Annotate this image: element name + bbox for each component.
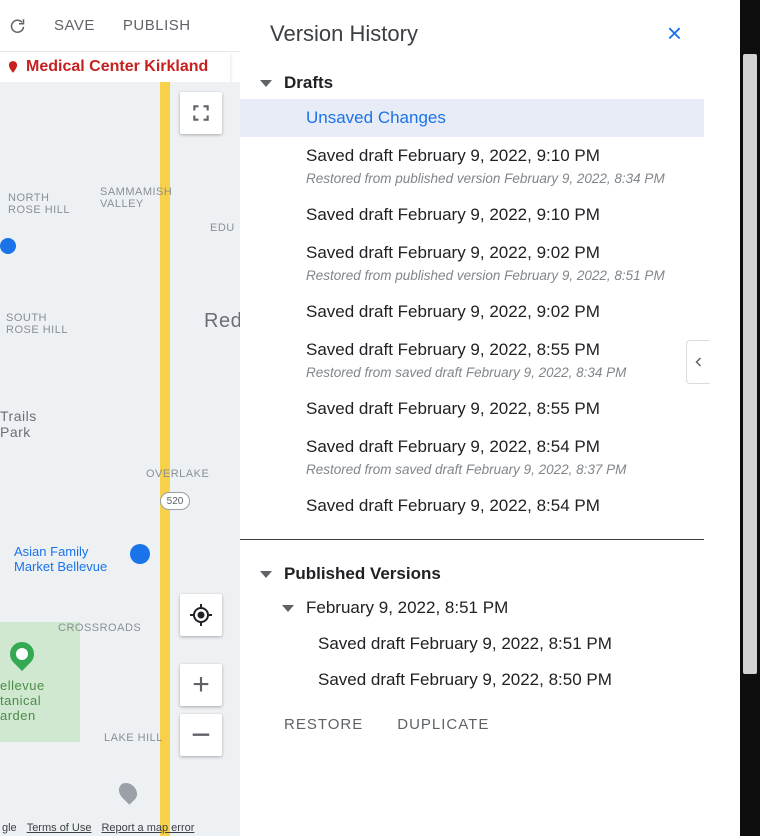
- map-label: EDU: [210, 222, 235, 234]
- map-label: Redn: [204, 310, 240, 333]
- chevron-down-icon: [260, 571, 272, 578]
- draft-item[interactable]: Saved draft February 9, 2022, 8:55 PM: [240, 331, 704, 369]
- draft-restore-note: Restored from saved draft February 9, 20…: [240, 462, 704, 487]
- drafts-section-header[interactable]: Drafts: [240, 67, 704, 99]
- draft-restore-note: Restored from saved draft February 9, 20…: [240, 365, 704, 390]
- map-poi-pin-icon[interactable]: [0, 238, 16, 254]
- draft-item[interactable]: Saved draft February 9, 2022, 9:02 PM: [240, 234, 704, 272]
- draft-restore-note: Restored from published version February…: [240, 171, 704, 196]
- draft-item[interactable]: Saved draft February 9, 2022, 9:10 PM: [240, 196, 704, 234]
- map-poi-pin-icon[interactable]: [115, 779, 140, 804]
- close-icon: ×: [667, 18, 682, 48]
- map-canvas[interactable]: NORTH ROSE HILL SAMMAMISH VALLEY EDU SOU…: [0, 82, 240, 836]
- map-poi-pin-icon[interactable]: [5, 637, 39, 671]
- map-label: CROSSROADS: [58, 622, 141, 634]
- zoom-in-button[interactable]: +: [180, 664, 222, 706]
- plus-icon: +: [192, 668, 210, 702]
- published-version-label: February 9, 2022, 8:51 PM: [306, 598, 508, 618]
- version-history-panel: Version History × Drafts Unsaved Changes…: [240, 0, 732, 836]
- redo-icon[interactable]: [6, 16, 26, 36]
- published-section-header[interactable]: Published Versions: [240, 558, 704, 590]
- chevron-left-icon: [693, 352, 705, 372]
- map-footer-google[interactable]: gle: [2, 822, 17, 834]
- zoom-out-button[interactable]: −: [180, 714, 222, 756]
- draft-item[interactable]: Unsaved Changes: [240, 99, 704, 137]
- draft-restore-note: Restored from published version February…: [240, 268, 704, 293]
- map-label: NORTH ROSE HILL: [8, 192, 70, 216]
- map-footer-terms[interactable]: Terms of Use: [27, 822, 92, 834]
- editor-toolbar: SAVE PUBLISH: [0, 0, 240, 52]
- drafts-header-label: Drafts: [284, 73, 333, 93]
- location-name: Medical Center Kirkland: [26, 58, 208, 76]
- draft-item[interactable]: Saved draft February 9, 2022, 8:54 PM: [240, 428, 704, 466]
- publish-button[interactable]: PUBLISH: [123, 17, 191, 34]
- minus-icon: −: [191, 716, 211, 755]
- duplicate-button[interactable]: DUPLICATE: [397, 716, 489, 733]
- map-label: Trails Park: [0, 408, 37, 440]
- published-header-label: Published Versions: [284, 564, 441, 584]
- draft-item[interactable]: Saved draft February 9, 2022, 8:55 PM: [240, 390, 704, 428]
- map-poi-pin-icon[interactable]: [130, 544, 150, 564]
- published-version-item[interactable]: February 9, 2022, 8:51 PM: [240, 590, 704, 626]
- location-pin-icon: [6, 58, 20, 76]
- route-badge: 520: [160, 492, 190, 510]
- target-icon: [189, 603, 213, 627]
- map-label: ellevue tanical arden: [0, 678, 45, 723]
- chevron-down-icon: [260, 80, 272, 87]
- chevron-down-icon: [282, 605, 294, 612]
- fullscreen-button[interactable]: [180, 92, 222, 134]
- locate-button[interactable]: [180, 594, 222, 636]
- fullscreen-icon: [191, 103, 211, 123]
- version-history-header: Version History ×: [240, 0, 732, 67]
- map-label: LAKE HILL: [104, 732, 163, 744]
- draft-item[interactable]: Saved draft February 9, 2022, 9:10 PM: [240, 137, 704, 175]
- panel-collapse-handle[interactable]: [686, 340, 710, 384]
- draft-item[interactable]: Saved draft February 9, 2022, 8:54 PM: [240, 487, 704, 525]
- section-divider: [240, 539, 704, 540]
- published-sub-draft[interactable]: Saved draft February 9, 2022, 8:50 PM: [240, 662, 704, 698]
- map-label: SOUTH ROSE HILL: [6, 312, 68, 336]
- published-list: February 9, 2022, 8:51 PM Saved draft Feb…: [240, 590, 704, 698]
- save-button[interactable]: SAVE: [54, 17, 95, 34]
- published-sub-draft[interactable]: Saved draft February 9, 2022, 8:51 PM: [240, 626, 704, 662]
- location-strip[interactable]: Medical Center Kirkland: [0, 52, 230, 82]
- restore-button[interactable]: RESTORE: [284, 716, 363, 733]
- map-footer-report[interactable]: Report a map error: [101, 822, 194, 834]
- close-button[interactable]: ×: [663, 14, 686, 53]
- map-poi[interactable]: Asian Family Market Bellevue: [14, 544, 107, 574]
- map-footer: gle Terms of Use Report a map error: [0, 822, 240, 834]
- version-history-body: Drafts Unsaved ChangesSaved draft Februa…: [240, 67, 732, 836]
- version-history-title: Version History: [270, 21, 418, 47]
- map-label: OVERLAKE: [146, 468, 209, 480]
- version-actions: RESTORE DUPLICATE: [240, 698, 704, 751]
- drafts-list: Unsaved ChangesSaved draft February 9, 2…: [240, 99, 704, 525]
- scrollbar-thumb[interactable]: [743, 54, 757, 674]
- map-label: SAMMAMISH VALLEY: [100, 186, 172, 210]
- draft-item[interactable]: Saved draft February 9, 2022, 9:02 PM: [240, 293, 704, 331]
